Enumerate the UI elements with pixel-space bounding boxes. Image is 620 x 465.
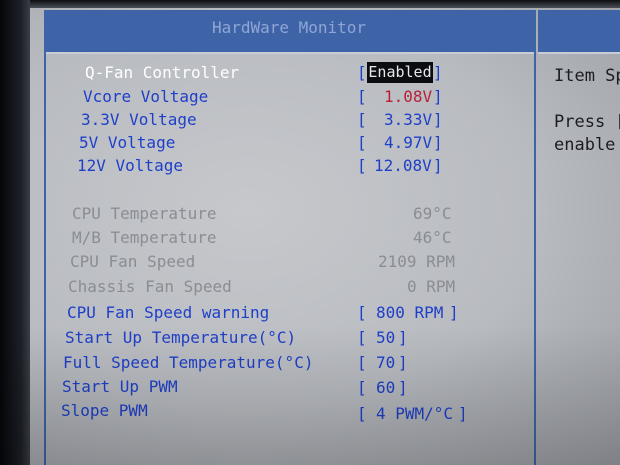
full-speed-temp-bracket-close: ] [398, 353, 408, 372]
vcore-label: Vcore Voltage [83, 87, 209, 106]
v33-value: 3.33V [384, 110, 433, 129]
chassis-fan-label: Chassis Fan Speed [68, 277, 232, 296]
startup-pwm-value[interactable]: 60 [376, 378, 395, 397]
v5-value: 4.97V [384, 133, 433, 152]
v12-bracket-open: [ [357, 156, 367, 175]
mb-temp-label: M/B Temperature [72, 228, 217, 247]
full-speed-temp-label: Full Speed Temperature(°C) [63, 353, 314, 372]
startup-temp-bracket-close: ] [398, 328, 408, 347]
mb-temp-value: 46°C [413, 228, 452, 247]
cpu-fan-warning-bracket-close: ] [449, 303, 459, 322]
chassis-fan-value: 0 RPM [407, 277, 456, 296]
qfan-bracket-open: [ [357, 63, 367, 82]
cpu-fan-warning-label: CPU Fan Speed warning [67, 303, 270, 322]
qfan-value[interactable]: Enabled [367, 62, 433, 83]
slope-pwm-bracket-close: ] [458, 404, 468, 423]
v5-label: 5V Voltage [79, 133, 176, 152]
slope-pwm-value[interactable]: 4 PWM/°C [376, 404, 453, 423]
slope-pwm-bracket-open: [ [357, 404, 367, 423]
panel-left-border [44, 10, 46, 465]
help-line-3: enable [554, 135, 616, 155]
cpu-temp-label: CPU Temperature [72, 204, 217, 223]
v33-bracket-close: ] [433, 110, 443, 129]
startup-temp-value[interactable]: 50 [376, 328, 395, 347]
panel-divider [534, 10, 536, 465]
bios-screen: HardWare Monitor Q-Fan Controller [ Enab… [0, 0, 620, 465]
cpu-fan-warning-value[interactable]: 800 RPM [376, 303, 443, 322]
v12-label: 12V Voltage [77, 156, 183, 175]
vcore-value: 1.08V [384, 87, 433, 106]
monitor-bezel-top [0, 0, 620, 8]
slope-pwm-label: Slope PWM [61, 401, 148, 420]
startup-temp-bracket-open: [ [357, 328, 367, 347]
qfan-bracket-close: ] [433, 63, 443, 82]
vcore-bracket-close: ] [433, 87, 443, 106]
startup-temp-label: Start Up Temperature(°C) [65, 328, 297, 347]
startup-pwm-label: Start Up PWM [62, 377, 178, 396]
cpu-temp-value: 69°C [413, 204, 452, 223]
v12-bracket-close: ] [433, 156, 443, 175]
help-title-bar [538, 10, 620, 54]
help-line-1: Item Spe [554, 66, 620, 86]
v12-value: 12.08V [374, 156, 432, 175]
cpu-fan-value: 2109 RPM [378, 252, 456, 271]
v5-bracket-open: [ [357, 133, 367, 152]
full-speed-temp-bracket-open: [ [357, 353, 367, 372]
startup-pwm-bracket-close: ] [398, 378, 408, 397]
vcore-bracket-open: [ [357, 87, 367, 106]
v33-label: 3.3V Voltage [81, 110, 197, 129]
v33-bracket-open: [ [357, 110, 367, 129]
v5-bracket-close: ] [433, 133, 443, 152]
qfan-label: Q-Fan Controller [85, 63, 240, 82]
panel-title: HardWare Monitor [211, 18, 367, 37]
startup-pwm-bracket-open: [ [357, 378, 367, 397]
cpu-fan-warning-bracket-open: [ [357, 303, 367, 322]
help-line-2: Press [ [554, 112, 620, 132]
monitor-bezel-left [0, 0, 30, 465]
full-speed-temp-value[interactable]: 70 [376, 353, 395, 372]
cpu-fan-label: CPU Fan Speed [70, 252, 196, 271]
